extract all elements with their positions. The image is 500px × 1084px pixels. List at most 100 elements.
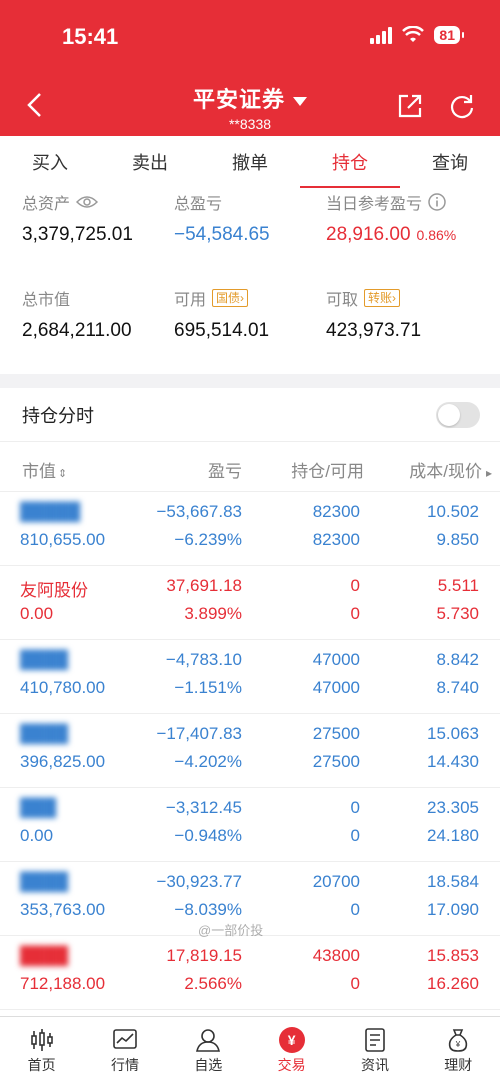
available-label: 可用	[174, 292, 207, 309]
stock-name: ████	[20, 650, 69, 669]
sort-icon: ⇕	[58, 468, 68, 480]
stock-market-value: 810,655.00	[20, 530, 106, 549]
holding-row[interactable]: ████ 410,780.00 −4,783.10 −1.151% 47000 47000…	[0, 640, 500, 714]
nav-home[interactable]: 首页	[0, 1017, 83, 1084]
total-assets: 总资产 3,379,725.01	[22, 190, 133, 246]
stock-pnl-percent: −8.039%	[174, 900, 242, 919]
col-cost-price[interactable]: 成本/现价 ▸	[409, 457, 492, 482]
refresh-icon[interactable]	[448, 92, 476, 120]
stock-holding: 43800	[312, 946, 360, 965]
watermark: @一部价投	[198, 923, 264, 938]
cellular-signal-icon	[370, 26, 393, 44]
stock-holding: 82300	[312, 502, 360, 521]
stock-cost: 15.853	[427, 946, 479, 965]
nav-watchlist[interactable]: 自选	[167, 1017, 250, 1084]
nav-news-label: 资讯	[360, 1056, 389, 1073]
yen-icon: ¥	[278, 1026, 305, 1053]
nav-trade-label: 交易	[277, 1056, 306, 1073]
guozhai-button[interactable]: 国债›	[212, 289, 249, 307]
tab-buy[interactable]: 买入	[0, 136, 100, 190]
money-bag-icon: ¥	[449, 1028, 468, 1052]
stock-market-value: 0.00	[20, 826, 54, 845]
transfer-button[interactable]: 转账›	[364, 289, 401, 307]
total-pnl: 总盈亏 −54,584.65	[174, 190, 270, 246]
col-market-value-label: 市值	[22, 462, 56, 481]
intraday-toggle-switch[interactable]	[436, 401, 480, 428]
stock-name: ████	[20, 946, 69, 965]
stock-price: 5.730	[436, 604, 479, 623]
stock-pnl-percent: −6.239%	[174, 530, 242, 549]
stock-name: ███	[20, 798, 57, 817]
stock-price: 17.090	[427, 900, 479, 919]
nav-market[interactable]: 行情	[83, 1017, 166, 1084]
asset-summary: 总资产 3,379,725.01 总盈亏 −54,584.65 当日参考盈亏 2…	[0, 190, 500, 374]
stock-pnl-percent: −0.948%	[174, 826, 242, 845]
caret-down-icon	[293, 96, 307, 106]
stock-name: 友阿股份	[20, 581, 88, 600]
stock-available: 0	[350, 826, 360, 845]
stock-pnl-percent: −4.202%	[174, 752, 242, 771]
tab-cancel[interactable]: 撤单	[200, 136, 300, 190]
today-pnl-percent: 0.86%	[416, 227, 457, 243]
stock-cost: 5.511	[437, 576, 479, 595]
candlestick-icon	[30, 1028, 53, 1051]
available-funds: 可用 国债› 695,514.01	[174, 286, 269, 342]
stock-pnl-percent: 3.899%	[184, 604, 242, 623]
bottom-nav: 首页 行情 自选 ¥ 交易 资讯 ¥ 理财	[0, 1016, 500, 1084]
stock-available: 47000	[312, 678, 360, 697]
holding-row[interactable]: █████ 810,655.00 −53,667.83 −6.239% 82300 823…	[0, 492, 500, 566]
stock-cost: 15.063	[427, 724, 479, 743]
stock-name: ████	[20, 724, 69, 743]
guozhai-button-label: 国债	[216, 291, 241, 305]
holding-row[interactable]: ████ 396,825.00 −17,407.83 −4.202% 27500 2750…	[0, 714, 500, 788]
account-number: **8338	[228, 116, 272, 132]
broker-title: 平安证券	[192, 87, 285, 112]
today-pnl: 当日参考盈亏 28,916.00 0.86%	[326, 190, 456, 246]
holding-row[interactable]: ███ 0.00 −3,312.45 −0.948% 0 0 23.305 24.180	[0, 788, 500, 862]
holdings-panel: 持仓分时 市值 ⇕ 盈亏 持仓/可用 成本/现价 ▸ █████ 810,655.00…	[0, 388, 500, 1018]
wifi-icon	[402, 26, 425, 42]
col-position[interactable]: 持仓/可用	[291, 457, 364, 482]
col-market-value[interactable]: 市值 ⇕	[22, 457, 67, 482]
total-assets-value: 3,379,725.01	[22, 224, 133, 245]
intraday-toggle-row: 持仓分时	[0, 388, 500, 442]
total-pnl-value: −54,584.65	[174, 224, 270, 245]
info-icon[interactable]	[428, 193, 446, 211]
col-pnl[interactable]: 盈亏	[208, 457, 242, 482]
market-value-label: 总市值	[22, 292, 71, 309]
stock-cost: 10.502	[427, 502, 479, 521]
holding-row[interactable]: ████ 712,188.00 17,819.15 2.566% 43800 0 15.85…	[0, 936, 500, 1010]
available-value: 695,514.01	[174, 320, 270, 341]
stock-market-value: 353,763.00	[20, 900, 106, 919]
withdrawable-label: 可取	[326, 292, 359, 309]
stock-holding: 20700	[312, 872, 360, 891]
account-selector[interactable]: 平安证券 **8338	[0, 82, 500, 132]
chart-icon	[113, 1028, 137, 1049]
stock-pnl-percent: 2.566%	[184, 974, 242, 993]
app-root: 15:41 81 平安证券 **8338 买入 卖出 撤单 持仓 查询 总资产 …	[0, 0, 500, 1084]
eye-icon[interactable]	[76, 195, 99, 209]
holding-row[interactable]: 友阿股份 0.00 37,691.18 3.899% 0 0 5.511 5.730	[0, 566, 500, 640]
intraday-toggle-label: 持仓分时	[22, 405, 94, 426]
stock-pnl: −4,783.10	[165, 650, 242, 669]
stock-price: 9.850	[436, 530, 479, 549]
share-icon[interactable]	[396, 92, 424, 120]
nav-wealth[interactable]: ¥ 理财	[417, 1017, 500, 1084]
tab-sell[interactable]: 卖出	[100, 136, 200, 190]
tab-positions[interactable]: 持仓	[300, 136, 400, 190]
market-value-value: 2,684,211.00	[22, 320, 132, 341]
tab-query[interactable]: 查询	[400, 136, 500, 190]
nav-wealth-label: 理财	[444, 1056, 473, 1073]
stock-pnl-percent: −1.151%	[174, 678, 242, 697]
nav-trade[interactable]: ¥ 交易	[250, 1017, 333, 1084]
col-cost-price-label: 成本/现价	[409, 462, 482, 481]
today-pnl-label: 当日参考盈亏	[326, 196, 423, 213]
today-pnl-value: 28,916.00	[326, 224, 411, 245]
person-icon	[196, 1028, 221, 1052]
nav-market-label: 行情	[110, 1056, 139, 1073]
total-pnl-label: 总盈亏	[174, 196, 223, 213]
stock-pnl: −30,923.77	[156, 872, 242, 891]
stock-cost: 8.842	[436, 650, 479, 669]
nav-news[interactable]: 资讯	[333, 1017, 416, 1084]
transfer-button-label: 转账	[368, 291, 393, 305]
